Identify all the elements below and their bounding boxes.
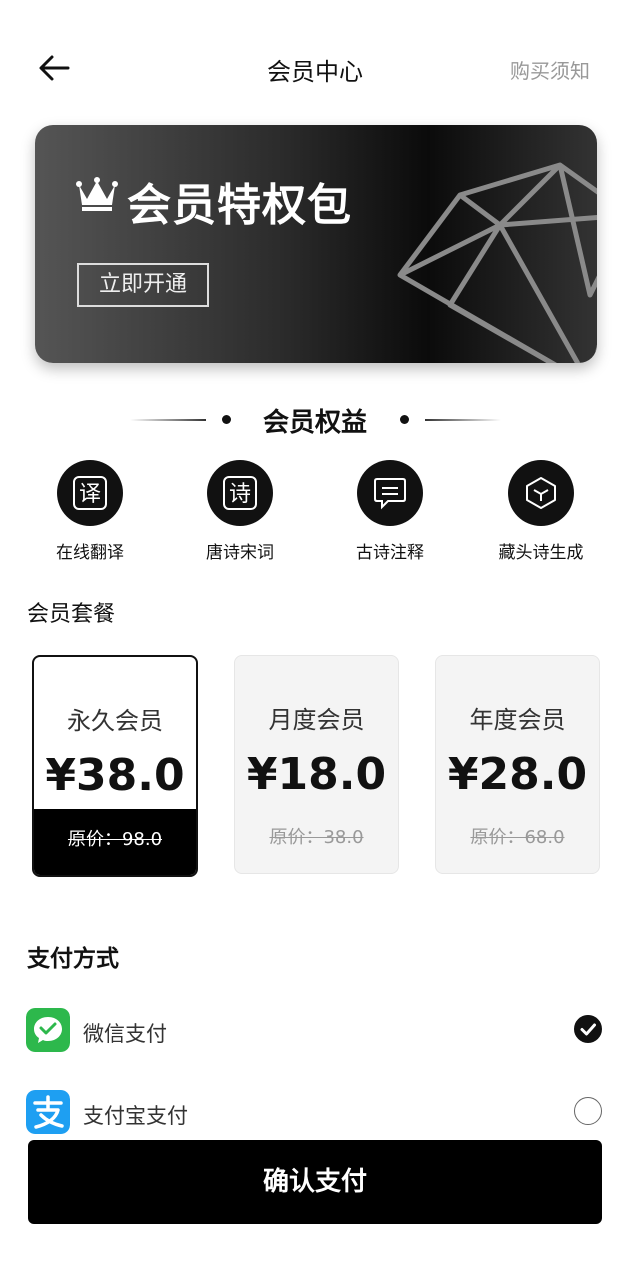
payment-heading: 支付方式 [27,946,119,972]
benefit-label: 古诗注释 [356,543,424,563]
payment-option-wechat[interactable]: 微信支付 [26,1008,606,1056]
plan-price: ¥28.0 [447,749,588,800]
benefit-label: 在线翻译 [56,543,124,563]
plan-original-price: 原价：38.0 [269,827,364,848]
svg-text:译: 译 [79,482,101,507]
alipay-icon [26,1090,70,1134]
plan-original-price: 原价：68.0 [470,827,565,848]
purchase-notice-link[interactable]: 购买须知 [510,55,590,84]
payment-option-alipay[interactable]: 支付宝支付 [26,1090,606,1138]
benefits-heading: 会员权益 [0,398,630,442]
diamond-icon [397,162,597,363]
benefit-label: 藏头诗生成 [498,543,584,563]
radio-checked[interactable] [574,1015,602,1043]
benefit-annotation[interactable]: 古诗注释 [330,460,450,563]
check-icon [580,1023,596,1035]
plan-price: ¥18.0 [246,749,387,800]
payment-method-name: 微信支付 [83,1022,167,1046]
translate-icon: 译 [57,460,123,526]
benefit-poetry[interactable]: 诗 唐诗宋词 [180,460,300,563]
vip-banner: 会员特权包 立即开通 [35,125,597,363]
plans-heading: 会员套餐 [27,602,116,627]
banner-title: 会员特权包 [127,180,352,231]
benefit-translate[interactable]: 译 在线翻译 [30,460,150,563]
wechat-pay-icon [26,1008,70,1052]
plan-name: 年度会员 [469,706,566,734]
payment-method-name: 支付宝支付 [83,1104,188,1128]
plan-price: ¥38.0 [45,750,185,801]
benefit-label: 唐诗宋词 [206,543,274,563]
comment-icon [357,460,423,526]
dot [400,415,409,424]
poetry-icon: 诗 [207,460,273,526]
divider [425,419,501,421]
plan-card-lifetime[interactable]: 永久会员 ¥38.0 原价：98.0 [32,655,198,877]
radio-unchecked[interactable] [574,1097,602,1125]
svg-text:诗: 诗 [229,482,251,507]
confirm-payment-button[interactable]: 确认支付 [28,1140,602,1224]
activate-now-button[interactable]: 立即开通 [77,263,209,307]
cube-icon [508,460,574,526]
crown-icon [76,177,118,211]
plan-card-yearly[interactable]: 年度会员 ¥28.0 原价：68.0 [435,655,600,874]
top-bar: 会员中心 购买须知 [0,0,630,140]
plan-name: 月度会员 [268,706,365,734]
benefit-acrostic[interactable]: 藏头诗生成 [481,460,601,563]
plan-card-monthly[interactable]: 月度会员 ¥18.0 原价：38.0 [234,655,399,874]
plan-original-price: 原价：98.0 [34,809,196,875]
plan-name: 永久会员 [67,707,163,735]
benefits-heading-text: 会员权益 [262,408,367,438]
